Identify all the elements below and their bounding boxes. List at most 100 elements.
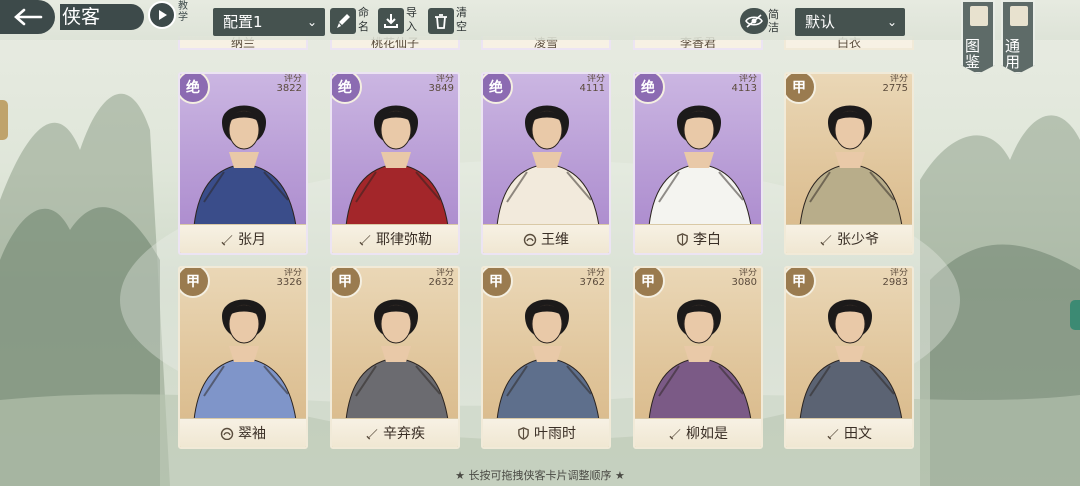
hero-card[interactable]: 甲评分 3080 柳如是 [633,266,763,449]
tutorial-button[interactable]: 教学 [148,1,194,31]
drag-hint: ★ 长按可拖拽侠客卡片调整顺序 ★ [455,469,625,482]
score-display: 评分 4111 [580,74,605,94]
top-bar: 侠客 教学 配置1 ⌄ 命名 导入 清空 简洁 默认 ⌄ [0,0,1080,40]
sword-icon [358,232,372,246]
hero-portrait [336,82,456,227]
score-value: 2632 [428,277,454,288]
score-display: 评分 2632 [429,268,454,288]
rename-button[interactable]: 命名 [330,6,376,36]
hero-portrait [336,276,456,421]
left-edge-tab[interactable] [0,100,8,140]
hero-card[interactable]: 绝评分 4111 王维 [481,72,611,255]
brush-icon [330,8,356,34]
play-icon [148,1,176,29]
config-select-value: 配置1 [223,13,263,31]
card-name-bar: 翠袖 [180,418,306,447]
hero-portrait [184,276,304,421]
hero-name: 王维 [541,232,569,248]
scroll-icon [1010,6,1028,26]
score-value: 4113 [731,83,757,94]
hero-name: 李白 [693,232,721,248]
hero-card[interactable]: 甲评分 2983 田文 [784,266,914,449]
hero-portrait [184,82,304,227]
score-value: 3762 [579,277,605,288]
card-name-bar: 田文 [786,418,912,447]
sort-select-value: 默认 [805,13,836,31]
sword-icon [365,426,379,440]
score-value: 3080 [731,277,757,288]
tab-atlas-label: 图鉴 [965,37,981,71]
hero-name: 田文 [844,426,872,442]
tab-atlas[interactable]: 图鉴 [961,0,995,74]
hero-card[interactable]: 甲评分 3326 翠袖 [178,266,308,449]
score-display: 评分 2983 [883,268,908,288]
score-value: 2983 [882,277,908,288]
sword-icon [819,232,833,246]
score-display: 评分 3822 [277,74,302,94]
hero-portrait [639,276,759,421]
score-value: 4111 [579,83,605,94]
hero-portrait [487,276,607,421]
simple-view-label: 简洁 [768,8,779,34]
hero-card[interactable]: 绝评分 3822 张月 [178,72,308,255]
score-display: 评分 4113 [732,74,757,94]
page-title: 侠客 [60,4,145,30]
eye-off-icon [740,8,768,34]
card-name-bar: 张月 [180,224,306,253]
book-icon [970,6,988,26]
score-display: 评分 3762 [580,268,605,288]
back-button[interactable] [0,0,55,34]
page-title-text: 侠客 [62,6,101,28]
shield-icon [516,426,530,440]
card-name-bar: 李白 [635,224,761,253]
hero-name: 翠袖 [238,426,266,442]
clear-button[interactable]: 清空 [428,6,474,36]
import-label: 导入 [406,6,417,33]
config-select[interactable]: 配置1 ⌄ [213,8,325,36]
tutorial-label: 教学 [178,1,188,23]
lotus-icon [220,426,234,440]
card-name-bar: 张少爷 [786,224,912,253]
card-name-bar: 耶律弥勒 [332,224,458,253]
shield-icon [675,232,689,246]
score-value: 3822 [276,83,302,94]
arrow-left-icon [13,8,42,26]
chevron-down-icon: ⌄ [886,15,897,29]
sword-icon [668,426,682,440]
score-display: 评分 2775 [883,74,908,94]
sort-select[interactable]: 默认 ⌄ [795,8,905,36]
hero-portrait [487,82,607,227]
hero-card[interactable]: 绝评分 3849 耶律弥勒 [330,72,460,255]
right-edge-tab[interactable] [1070,300,1080,330]
score-value: 3849 [428,83,454,94]
hero-portrait [639,82,759,227]
hero-card[interactable]: 甲评分 2632 辛弃疾 [330,266,460,449]
score-value: 3326 [276,277,302,288]
chevron-down-icon: ⌄ [306,15,317,29]
hero-name: 叶雨时 [534,426,576,442]
card-name-bar: 叶雨时 [483,418,609,447]
tab-general-label: 通用 [1005,37,1021,71]
tab-general[interactable]: 通用 [1001,0,1035,74]
simple-view-toggle[interactable]: 简洁 [740,8,790,36]
score-display: 评分 3849 [429,74,454,94]
score-display: 评分 3326 [277,268,302,288]
hero-name: 张月 [238,232,266,248]
card-name-bar: 辛弃疾 [332,418,458,447]
hero-name: 柳如是 [686,426,728,442]
import-icon [378,8,404,34]
card-name-bar: 柳如是 [635,418,761,447]
hero-portrait [790,82,910,227]
hero-card[interactable]: 甲评分 3762 叶雨时 [481,266,611,449]
hero-name: 耶律弥勒 [376,232,432,248]
sword-icon [220,232,234,246]
hero-portrait [790,276,910,421]
score-value: 2775 [882,83,908,94]
trash-icon [428,8,454,34]
hero-card[interactable]: 甲评分 2775 张少爷 [784,72,914,255]
hero-card[interactable]: 绝评分 4113 李白 [633,72,763,255]
rename-label: 命名 [358,6,369,33]
import-button[interactable]: 导入 [378,6,424,36]
sword-icon [826,426,840,440]
lotus-icon [523,232,537,246]
